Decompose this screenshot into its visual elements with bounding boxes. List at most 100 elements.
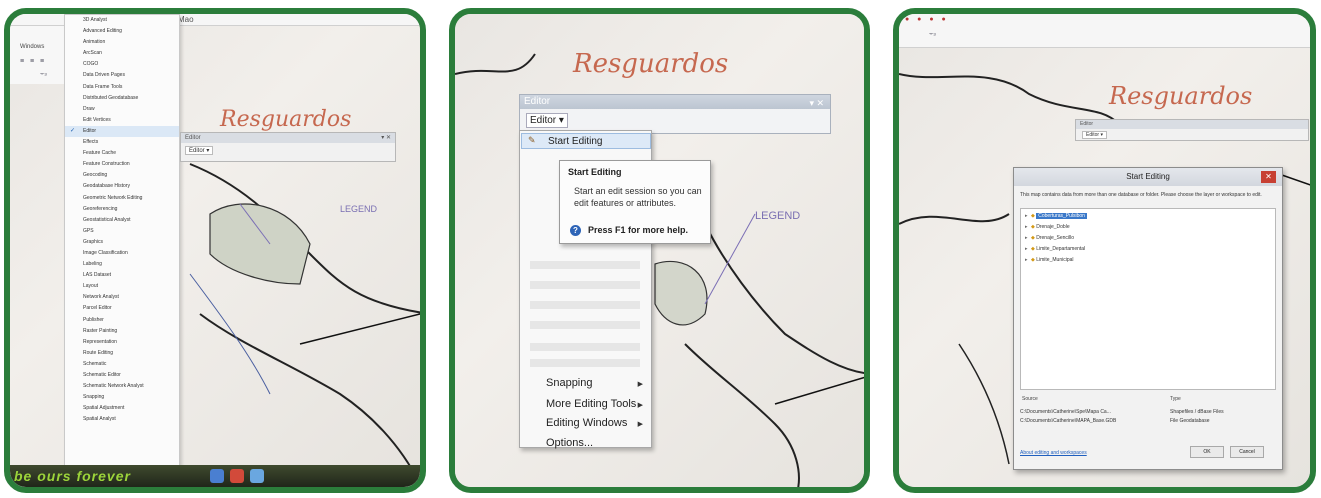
layer-node[interactable]: ▸ ◆ Coberturas_Pulsibon	[1025, 213, 1087, 219]
editor-toolbar: Editor Editor ▾	[1075, 119, 1309, 141]
menu-item-label: Geodatabase History	[83, 183, 130, 190]
submenu-arrow-icon: ▶	[637, 402, 643, 409]
toolbar-icons[interactable]: ● ● ● ●	[905, 16, 949, 23]
menu-item-label: Parcel Editor	[83, 305, 112, 312]
ok-button[interactable]: OK	[1190, 446, 1224, 458]
toolbar-menu-item[interactable]: COGO	[65, 59, 179, 70]
checkmark-icon: ✓	[70, 127, 76, 134]
toolbar-menu-item[interactable]: Animation	[65, 37, 179, 48]
toolbar-menu-item[interactable]: Labeling	[65, 259, 179, 270]
toolbar-menu-item[interactable]: Schematic Network Analyst	[65, 381, 179, 392]
tooltip-body: Start an edit session so you can edit fe…	[574, 186, 702, 208]
editor-dropdown-button[interactable]: Editor ▾	[526, 113, 568, 128]
menu-item-label: Geocoding	[83, 172, 108, 179]
app-icon[interactable]	[210, 469, 224, 483]
toolbar-menu-item[interactable]: Geometric Network Editing	[65, 193, 179, 204]
toolbar-menu-item[interactable]: Spatial Adjustment	[65, 403, 179, 414]
toolbar-menu-item[interactable]: Snapping	[65, 392, 179, 403]
toolbar-menu-item[interactable]: Distributed Geodatabase	[65, 93, 179, 104]
menu-windows[interactable]: Windows	[20, 44, 44, 50]
submenu-arrow-icon: ▶	[637, 381, 643, 388]
toolbar-menu-item[interactable]: Data Driven Pages	[65, 70, 179, 81]
start-editing-tooltip: Start Editing Start an edit session so y…	[559, 160, 711, 244]
screenshot-panel-start-editing-dialog: Resguardos ● ● ● ● ⨪₃ Editor Editor ▾ St…	[893, 8, 1316, 493]
layer-node[interactable]: ▸ ◆ Drenaje_Sencillo	[1025, 235, 1074, 241]
toolbar-menu-item[interactable]: Geocoding	[65, 170, 179, 181]
disabled-menu-item	[530, 261, 640, 269]
toolbar-menu-item[interactable]: Schematic Editor	[65, 370, 179, 381]
app-icon[interactable]	[230, 469, 244, 483]
toolbar-menu-item[interactable]: 3D Analyst	[65, 15, 179, 26]
menu-item-label: Geostatistical Analyst	[83, 216, 131, 223]
layer-node[interactable]: ▸ ◆ Drenaje_Doble	[1025, 224, 1070, 230]
screenshot-panel-editor-menu: Resguardos LEGEND Editor ▾ ✕ Editor ▾ ✎ …	[449, 8, 870, 493]
menu-item-label: Spatial Adjustment	[83, 405, 125, 412]
editor-toolbar: Editor ▾ ✕ Editor ▾	[519, 94, 831, 134]
cancel-button[interactable]: Cancel	[1230, 446, 1264, 458]
about-editing-link[interactable]: About editing and workspaces	[1020, 450, 1087, 456]
editor-toolbar-header: Editor	[1076, 120, 1308, 129]
editor-dropdown-button[interactable]: Editor ▾	[185, 146, 214, 155]
toolbar-menu-item[interactable]: Graphics	[65, 237, 179, 248]
menu-item-label: Editor	[83, 127, 97, 134]
disabled-menu-item	[530, 359, 640, 367]
toolbar-menu-item[interactable]: Layout	[65, 281, 179, 292]
source-type: File Geodatabase	[1170, 418, 1210, 424]
toolbar-menu-item[interactable]: Feature Cache	[65, 148, 179, 159]
toolbar-menu-item[interactable]: Publisher	[65, 315, 179, 326]
editor-toolbar-title: Editor	[185, 135, 201, 141]
menu-item-label: Labeling	[83, 261, 102, 268]
toolbars-menu: 3D Analyst Advanced Editing Animation ArcSc…	[64, 14, 180, 484]
toolbar-menu-item[interactable]: Effects	[65, 137, 179, 148]
toolbar-menu-item[interactable]: ArcScan	[65, 48, 179, 59]
editor-toolbar-header: Editor ▾ ✕	[520, 95, 830, 109]
layer-name: Limite_Departamental	[1036, 246, 1086, 252]
menu-item-start-editing[interactable]: ✎ Start Editing	[521, 133, 651, 149]
editor-dropdown-button[interactable]: Editor ▾	[1082, 131, 1107, 139]
menu-item-editing-windows[interactable]: Editing Windows	[546, 417, 627, 429]
toolbar-icons[interactable]: ≡ ≡ ≡	[20, 58, 46, 65]
menu-item-label: Layout	[83, 283, 99, 290]
menu-item-label: Snapping	[83, 394, 105, 401]
toolbar-menu-item[interactable]: Feature Construction	[65, 159, 179, 170]
disabled-menu-item	[530, 281, 640, 289]
toolbar-menu-item[interactable]: Geostatistical Analyst	[65, 215, 179, 226]
close-icon[interactable]: ▾ ✕	[809, 96, 824, 110]
menu-item-label: Schematic Network Analyst	[83, 383, 144, 390]
close-icon[interactable]: ▾ ✕	[381, 133, 391, 143]
toolbar-menu-item[interactable]: Image Classification	[65, 248, 179, 259]
toolbar-menu-item[interactable]: Geodatabase History	[65, 181, 179, 192]
toolbar-menu-item[interactable]: ✓ Editor	[65, 125, 179, 138]
toolbar-menu-item[interactable]: Schematic	[65, 359, 179, 370]
database-icon: ◆	[1031, 213, 1035, 219]
toolbar-menu-item[interactable]: Representation	[65, 337, 179, 348]
map-title: Resguardos	[1108, 82, 1252, 110]
toolbar-menu-item[interactable]: Data Frame Tools	[65, 82, 179, 93]
toolbar-icons-row2[interactable]: ⨪₃	[929, 30, 936, 38]
toolbar-menu-item[interactable]: Draw	[65, 104, 179, 115]
menu-item-label: Edit Vertices	[83, 116, 111, 123]
editor-toolbar-title: Editor	[1080, 121, 1094, 127]
toolbar-menu-item[interactable]: Spatial Analyst	[65, 414, 179, 425]
toolbar-menu-item[interactable]: LAS Dataset	[65, 270, 179, 281]
menu-item-label: Start Editing	[548, 136, 603, 147]
app-icon[interactable]	[250, 469, 264, 483]
toolbar-menu-item[interactable]: Route Editing	[65, 348, 179, 359]
toolbar-menu-item[interactable]: Raster Painting	[65, 326, 179, 337]
toolbar-menu-item[interactable]: GPS	[65, 226, 179, 237]
toolbar-menu-item[interactable]: Parcel Editor	[65, 303, 179, 314]
window-title: Mao	[178, 15, 194, 24]
toolbar-area: ● ● ● ● ⨪₃	[899, 14, 1310, 48]
menu-item-options[interactable]: Options...	[546, 437, 593, 449]
menu-item-more-editing-tools[interactable]: More Editing Tools	[546, 398, 636, 410]
toolbar-menu-item[interactable]: Advanced Editing	[65, 26, 179, 37]
toolbar-menu-item[interactable]: Network Analyst	[65, 292, 179, 303]
toolbar-menu-item[interactable]: Georeferencing	[65, 204, 179, 215]
menu-item-snapping[interactable]: Snapping	[546, 377, 593, 389]
toolbar-menu-item[interactable]: Edit Vertices	[65, 115, 179, 126]
layer-name: Drenaje_Sencillo	[1036, 235, 1075, 241]
toolbar-icons-row2[interactable]: ⨪₃	[40, 70, 47, 78]
layer-node[interactable]: ▸ ◆ Limite_Departamental	[1025, 246, 1085, 252]
layer-node[interactable]: ▸ ◆ Limite_Municipal	[1025, 257, 1074, 263]
close-icon[interactable]: ✕	[1261, 171, 1276, 183]
